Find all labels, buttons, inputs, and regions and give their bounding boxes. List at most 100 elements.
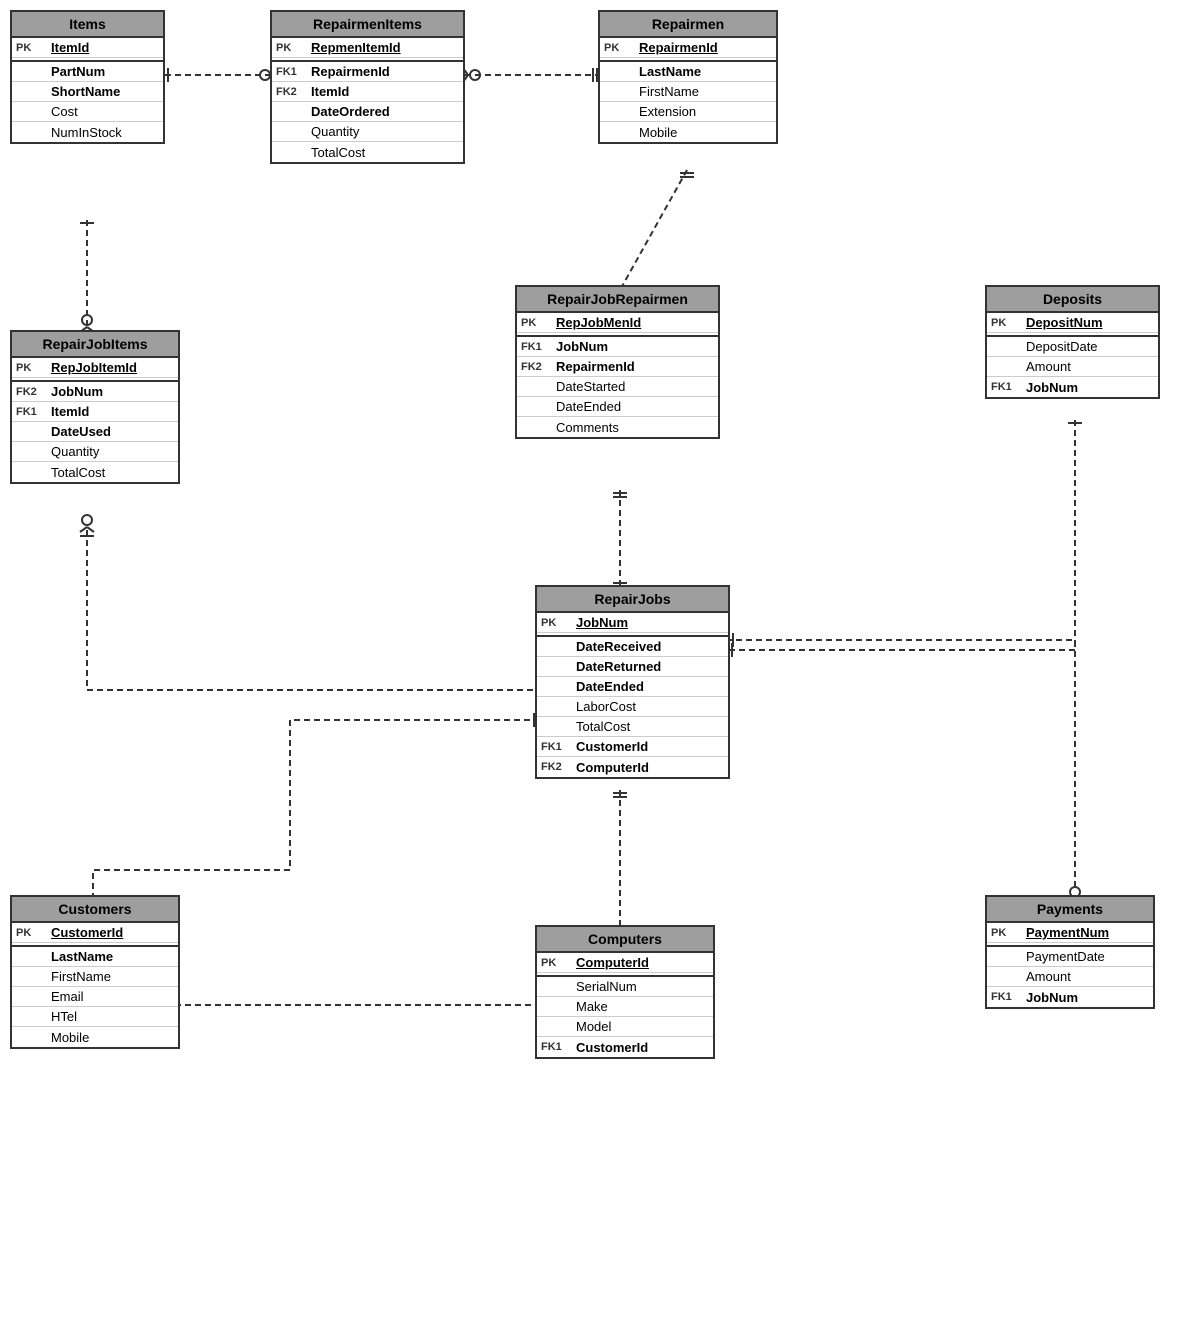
entity-repairjobrepairmen-header: RepairJobRepairmen [517,287,718,313]
key-fk1: FK1 [16,406,51,418]
table-row: PartNum [12,60,163,82]
entity-computers-body: PK ComputerId SerialNum Make Model FK1 C… [537,953,713,1057]
entity-repairjobs: RepairJobs PK JobNum DateReceived DateRe… [535,585,730,779]
field-computerid: ComputerId [576,955,649,970]
table-row: PK RepJobItemId [12,358,178,378]
entity-computers: Computers PK ComputerId SerialNum Make M… [535,925,715,1059]
entity-computers-header: Computers [537,927,713,953]
table-row: PK DepositNum [987,313,1158,333]
field-numinstock: NumInStock [51,125,122,140]
table-row: TotalCost [272,142,463,162]
field-make: Make [576,999,608,1014]
field-depositdate: DepositDate [1026,339,1098,354]
field-dateended: DateEnded [556,399,621,414]
table-row: PK RepmenItemId [272,38,463,58]
key-fk2: FK2 [521,361,556,373]
key-pk: PK [541,617,576,629]
field-customerid: CustomerId [576,739,648,754]
key-fk1: FK1 [991,991,1026,1003]
table-row: Comments [517,417,718,437]
field-lastname: LastName [51,949,113,964]
field-quantity: Quantity [311,124,359,139]
field-itemid: ItemId [51,404,89,419]
entity-repairjobrepairmen: RepairJobRepairmen PK RepJobMenId FK1 Jo… [515,285,720,439]
table-row: PK ItemId [12,38,163,58]
field-firstname: FirstName [639,84,699,99]
field-itemid: ItemId [51,40,89,55]
field-repmenitemid: RepmenItemId [311,40,401,55]
entity-repairjobitems-header: RepairJobItems [12,332,178,358]
table-row: Extension [600,102,776,122]
table-row: PK RepairmenId [600,38,776,58]
table-row: FK1 RepairmenId [272,60,463,82]
field-amount: Amount [1026,969,1071,984]
table-row: LastName [600,60,776,82]
field-cost: Cost [51,104,78,119]
table-row: FK2 RepairmenId [517,357,718,377]
field-repjobmenid: RepJobMenId [556,315,641,330]
entity-repairjobitems: RepairJobItems PK RepJobItemId FK2 JobNu… [10,330,180,484]
table-row: FK1 CustomerId [537,737,728,757]
entity-repairjobitems-body: PK RepJobItemId FK2 JobNum FK1 ItemId Da… [12,358,178,482]
field-mobile: Mobile [639,125,677,140]
field-extension: Extension [639,104,696,119]
table-row: PK PaymentNum [987,923,1153,943]
field-model: Model [576,1019,611,1034]
table-row: HTel [12,1007,178,1027]
table-row: FK2 JobNum [12,380,178,402]
table-row: FK1 ItemId [12,402,178,422]
entity-repairmen-header: Repairmen [600,12,776,38]
key-fk1: FK1 [541,741,576,753]
key-pk: PK [991,927,1026,939]
table-row: LaborCost [537,697,728,717]
entity-items: Items PK ItemId PartNum ShortName Cost N… [10,10,165,144]
field-computerid: ComputerId [576,760,649,775]
table-row: PK ComputerId [537,953,713,973]
entity-repairmenitems-header: RepairmenItems [272,12,463,38]
field-email: Email [51,989,84,1004]
table-row: FK2 ItemId [272,82,463,102]
key-fk1: FK1 [521,341,556,353]
field-datereturned: DateReturned [576,659,661,674]
key-pk: PK [604,42,639,54]
diagram-container: Items PK ItemId PartNum ShortName Cost N… [0,0,1200,1322]
field-datereceived: DateReceived [576,639,661,654]
key-pk: PK [541,957,576,969]
table-row: SerialNum [537,975,713,997]
field-datestarted: DateStarted [556,379,625,394]
key-fk1: FK1 [541,1041,576,1053]
field-repjobitemid: RepJobItemId [51,360,137,375]
field-dateused: DateUsed [51,424,111,439]
entity-payments: Payments PK PaymentNum PaymentDate Amoun… [985,895,1155,1009]
table-row: FK2 ComputerId [537,757,728,777]
field-firstname: FirstName [51,969,111,984]
table-row: TotalCost [12,462,178,482]
field-amount: Amount [1026,359,1071,374]
table-row: Model [537,1017,713,1037]
table-row: FirstName [12,967,178,987]
field-shortname: ShortName [51,84,120,99]
table-row: Mobile [12,1027,178,1047]
field-quantity: Quantity [51,444,99,459]
field-lastname: LastName [639,64,701,79]
table-row: FK1 CustomerId [537,1037,713,1057]
field-jobnum: JobNum [576,615,628,630]
field-itemid: ItemId [311,84,349,99]
key-fk1: FK1 [276,66,311,78]
table-row: PaymentDate [987,945,1153,967]
field-htel: HTel [51,1009,77,1024]
field-customerid: CustomerId [576,1040,648,1055]
table-row: DateEnded [517,397,718,417]
key-pk: PK [16,927,51,939]
entity-items-body: PK ItemId PartNum ShortName Cost NumInSt… [12,38,163,142]
field-repairmenid: RepairmenId [311,64,390,79]
table-row: PK RepJobMenId [517,313,718,333]
entity-payments-header: Payments [987,897,1153,923]
key-pk: PK [276,42,311,54]
field-paymentnum: PaymentNum [1026,925,1109,940]
key-fk2: FK2 [276,86,311,98]
table-row: DateReceived [537,635,728,657]
entity-deposits-body: PK DepositNum DepositDate Amount FK1 Job… [987,313,1158,397]
table-row: TotalCost [537,717,728,737]
entity-repairmen: Repairmen PK RepairmenId LastName FirstN… [598,10,778,144]
